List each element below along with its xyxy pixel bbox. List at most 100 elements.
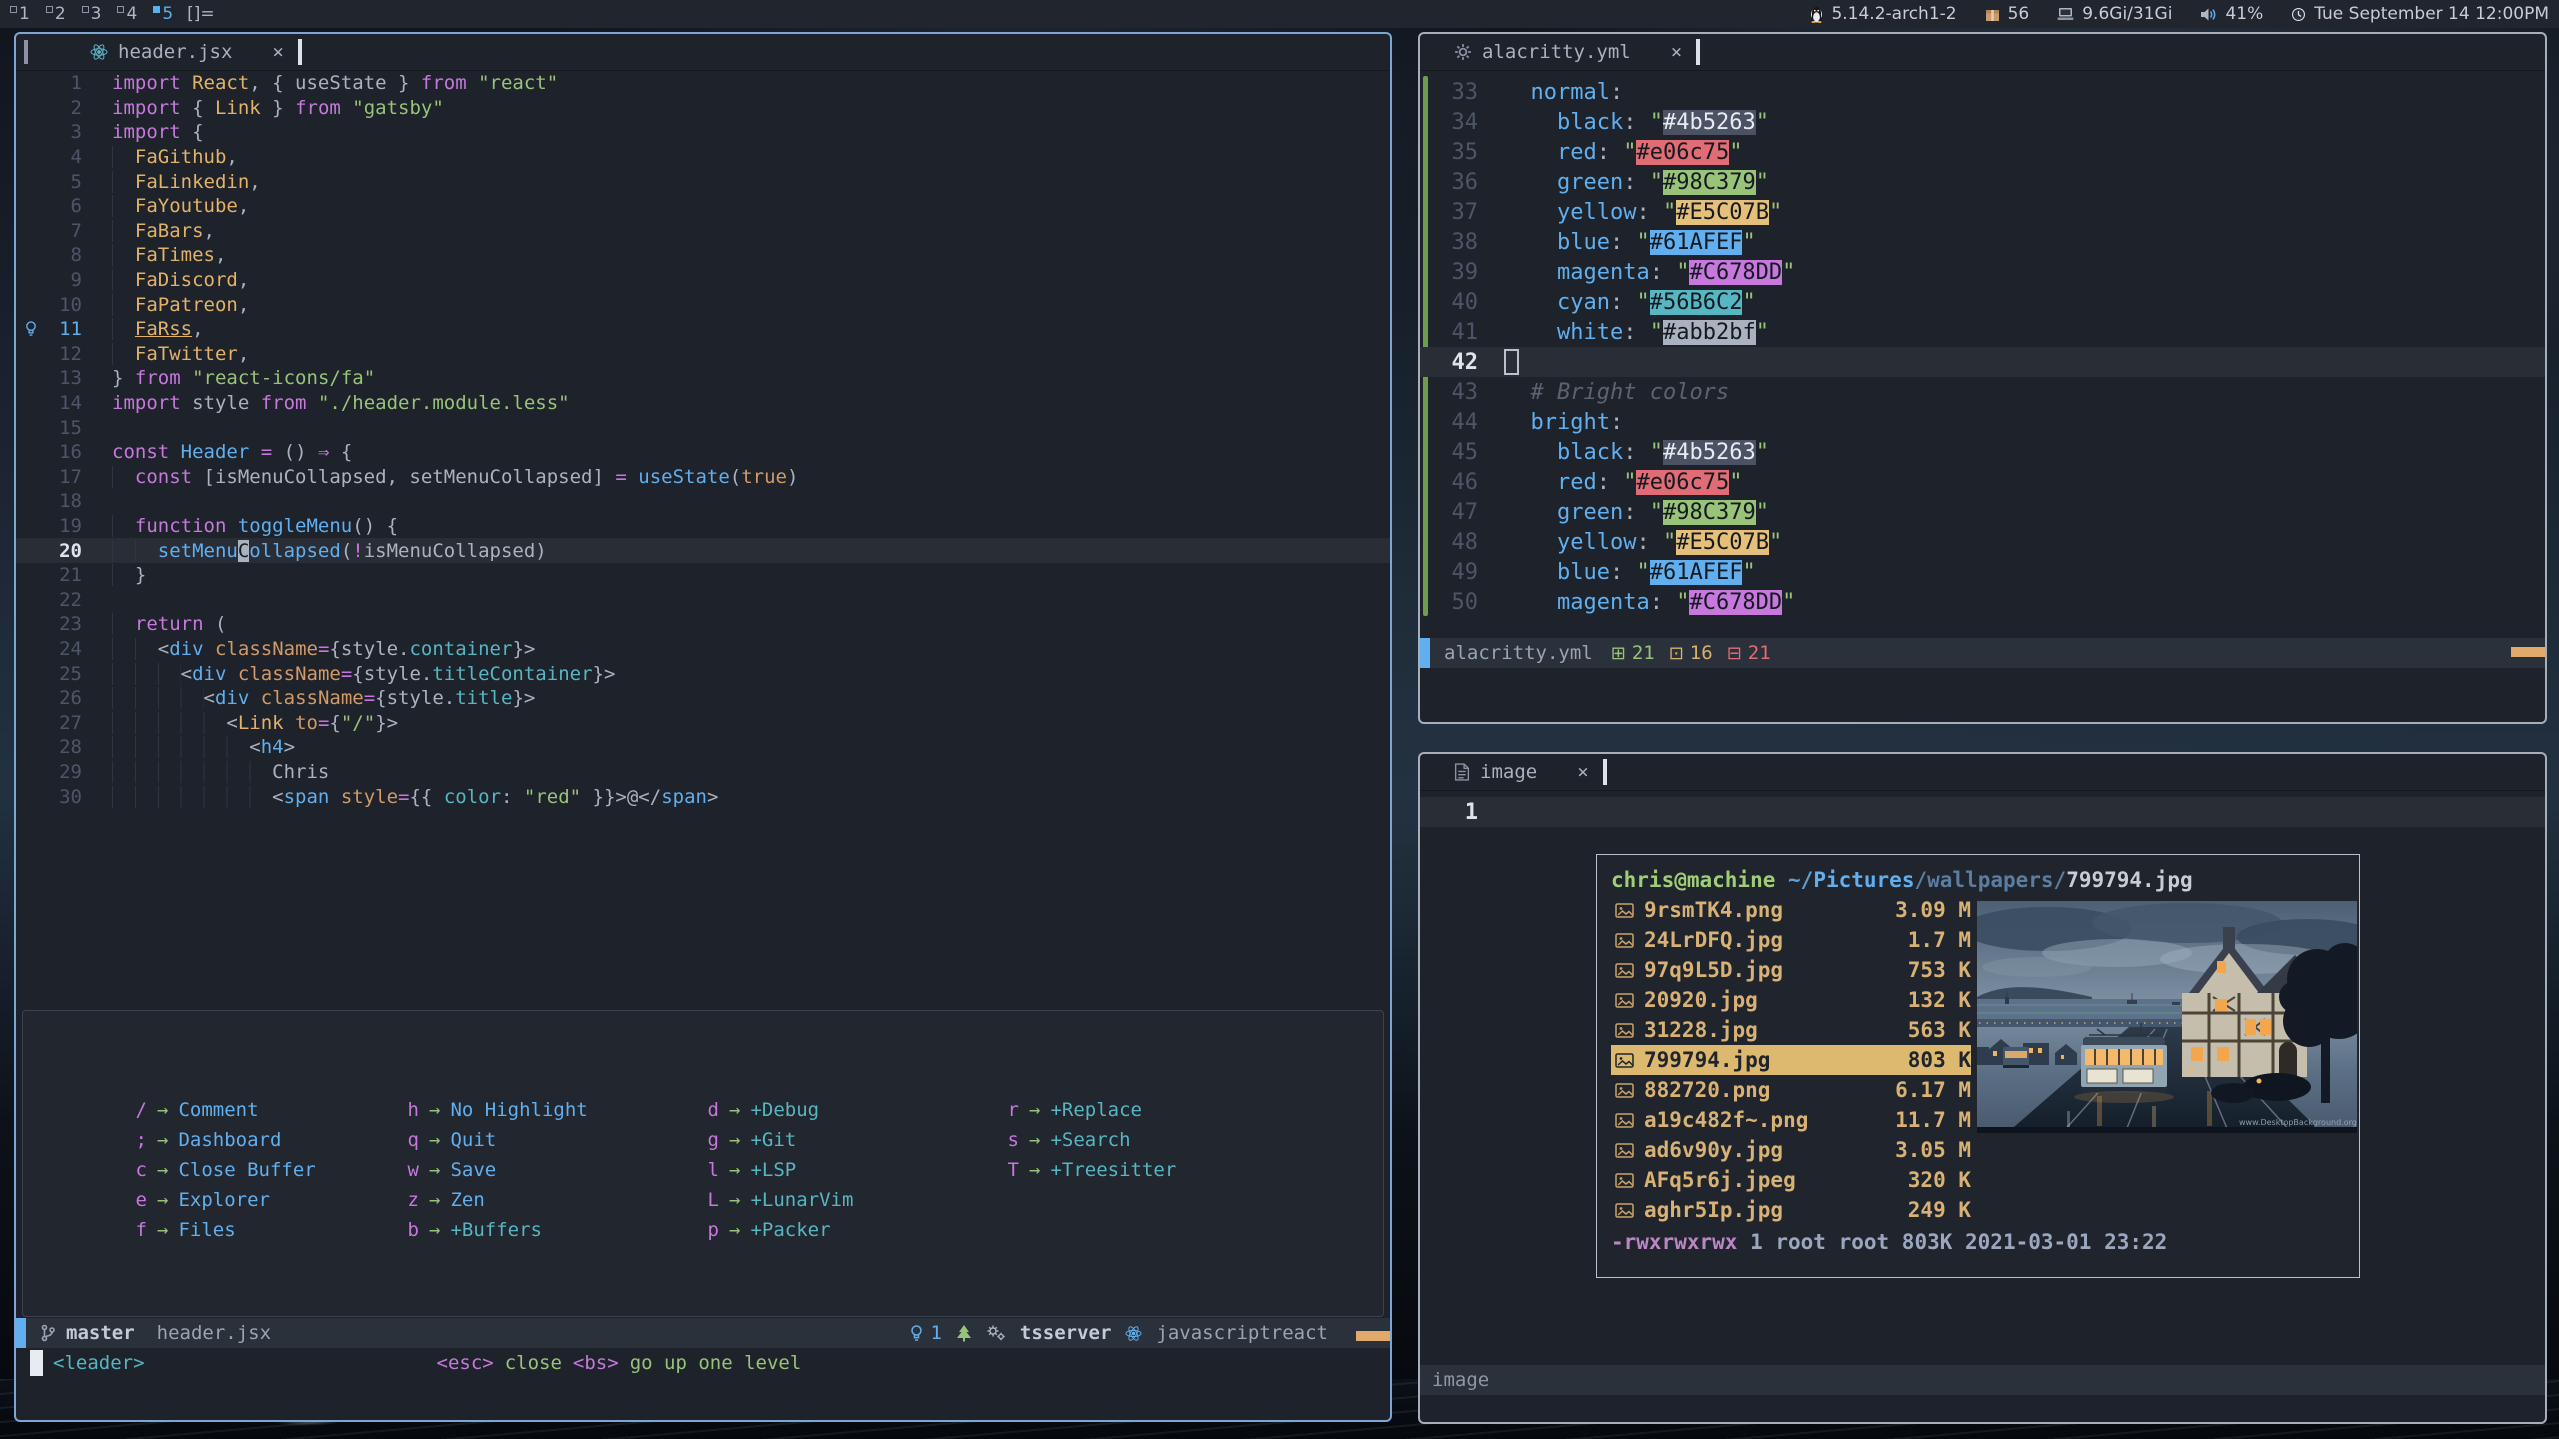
which-key-binding[interactable]: d→+Debug [695,1095,853,1125]
file-name: 97q9L5D.jpg [1644,958,1843,982]
arrow-icon: → [729,1189,740,1211]
code-text: const Header = () ⇒ { [98,441,352,463]
tab-close-button[interactable]: × [1577,761,1588,783]
file-row[interactable]: a19c482f~.png11.7 M [1611,1105,1971,1135]
which-key-binding[interactable]: r→+Replace [995,1095,1176,1125]
arrow-icon: → [729,1129,740,1151]
arrow-icon: → [729,1099,740,1121]
file-row[interactable]: 97q9L5D.jpg753 K [1611,955,1971,985]
clock-icon [2291,7,2306,22]
gear-icon [1454,43,1472,61]
tab-image[interactable]: image × [1454,761,1589,783]
code-text: magenta: "#C678DD" [1492,590,1795,615]
binding-key: w [395,1159,419,1181]
code-line: 44 bright: [1420,407,2545,437]
code-text: function toggleMenu() { [98,515,398,537]
workspace-tag-3[interactable]: 3 [82,4,102,24]
code-area[interactable]: 33 normal:34 black: "#4b5263"35 red: "#e… [1420,71,2545,617]
editor-window-image[interactable]: image × 1 chris@machine ~/Pictures/wallp… [1418,752,2547,1424]
which-key-binding[interactable]: T→+Treesitter [995,1155,1176,1185]
which-key-binding[interactable]: L→+LunarVim [695,1185,853,1215]
code-text: cyan: "#56B6C2" [1492,290,1756,315]
which-key-binding[interactable]: z→Zen [395,1185,588,1215]
code-line: 20 setMenuCollapsed(!isMenuCollapsed) [16,538,1390,563]
file-row[interactable]: 882720.png6.17 M [1611,1075,1971,1105]
code-area[interactable]: 1import React, { useState } from "react"… [16,71,1390,809]
layout-symbol[interactable]: []= [187,4,215,24]
arrow-icon: → [429,1099,440,1121]
code-text: blue: "#61AFEF" [1492,560,1756,585]
workspace-tag-2[interactable]: 2 [46,4,66,24]
which-key-binding[interactable]: c→Close Buffer [123,1155,316,1185]
line-number: 4 [16,146,98,168]
which-key-binding[interactable]: g→+Git [695,1125,853,1155]
binding-label: +Treesitter [1050,1159,1176,1181]
which-key-binding[interactable]: w→Save [395,1155,588,1185]
code-text: FaGithub, [98,146,238,168]
line-number: 44 [1420,410,1492,435]
diagnostics-info[interactable]: 1 [909,1322,941,1344]
which-key-binding[interactable]: h→No Highlight [395,1095,588,1125]
which-key-binding[interactable]: e→Explorer [123,1185,316,1215]
file-row[interactable]: 31228.jpg563 K [1611,1015,1971,1045]
code-line: 9 FaDiscord, [16,268,1390,293]
which-key-binding[interactable]: p→+Packer [695,1215,853,1245]
code-text: FaLinkedin, [98,171,261,193]
arrow-icon: → [429,1219,440,1241]
status-module: 9.6Gi/31Gi [2057,4,2172,24]
which-key-binding[interactable]: ;→Dashboard [123,1125,316,1155]
code-line: 1import React, { useState } from "react" [16,71,1390,96]
tab-headerjsx[interactable]: header.jsx × [90,41,284,63]
binding-label: +Git [750,1129,796,1151]
which-key-column: d→+Debugg→+Gitl→+LSPL→+LunarVimp→+Packer [695,1095,853,1245]
image-file-icon [1615,1052,1634,1069]
binding-label: Quit [450,1129,496,1151]
workspace-tag-1[interactable]: 1 [10,4,30,24]
workspace-tag-4[interactable]: 4 [117,4,137,24]
statusline-right-group: 1 tsserver javascriptreact [909,1322,1390,1344]
code-text: magenta: "#C678DD" [1492,260,1795,285]
which-key-binding[interactable]: b→+Buffers [395,1215,588,1245]
workspace-tag-5[interactable]: 5 [153,4,173,24]
file-size: 3.09 M [1843,898,1971,922]
file-details: -rwxrwxrwx 1 root root 803K 2021-03-01 2… [1611,1227,2359,1257]
package-icon [1985,7,2000,22]
tab-alacritty[interactable]: alacritty.yml × [1454,41,1682,63]
code-area[interactable]: 1 [1420,791,2545,827]
line-number: 2 [16,97,98,119]
which-key-binding[interactable]: q→Quit [395,1125,588,1155]
file-row[interactable]: 9rsmTK4.png3.09 M [1611,895,1971,925]
file-row[interactable]: AFq5r6j.jpeg320 K [1611,1165,1971,1195]
file-row[interactable]: 20920.jpg132 K [1611,985,1971,1015]
binding-label: Comment [178,1099,258,1121]
code-line: 37 yellow: "#E5C07B" [1420,197,2545,227]
binding-label: Dashboard [178,1129,281,1151]
code-line: 8 FaTimes, [16,243,1390,268]
which-key-binding[interactable]: s→+Search [995,1125,1176,1155]
code-text: green: "#98C379" [1492,170,1769,195]
git-branch-name[interactable]: master [66,1322,135,1344]
status-module: 41% [2200,4,2263,24]
line-number: 25 [16,663,98,685]
code-text: blue: "#61AFEF" [1492,230,1756,255]
file-row[interactable]: aghr5Ip.jpg249 K [1611,1195,1971,1225]
code-line: 12 FaTwitter, [16,342,1390,367]
which-key-column: h→No Highlightq→Quitw→Savez→Zenb→+Buffer… [395,1095,588,1245]
binding-label: +LunarVim [750,1189,853,1211]
binding-key: c [123,1159,147,1181]
which-key-binding[interactable]: f→Files [123,1215,316,1245]
tab-close-button[interactable]: × [272,41,283,63]
command-line[interactable]: <leader> <esc>close<bs>go up one level [16,1348,1390,1378]
code-text: green: "#98C379" [1492,500,1769,525]
code-line: 6 FaYoutube, [16,194,1390,219]
editor-window-alacritty[interactable]: alacritty.yml × 33 normal:34 black: "#4b… [1418,32,2547,724]
arrow-icon: → [1029,1099,1040,1121]
editor-window-headerjsx[interactable]: header.jsx × 1import React, { useState }… [14,32,1392,1422]
code-line: 2import { Link } from "gatsby" [16,96,1390,121]
which-key-binding[interactable]: l→+LSP [695,1155,853,1185]
file-row[interactable]: 799794.jpg803 K [1611,1045,1971,1075]
tab-close-button[interactable]: × [1671,41,1682,63]
file-row[interactable]: 24LrDFQ.jpg1.7 M [1611,925,1971,955]
which-key-binding[interactable]: /→Comment [123,1095,316,1125]
file-row[interactable]: ad6v90y.jpg3.05 M [1611,1135,1971,1165]
